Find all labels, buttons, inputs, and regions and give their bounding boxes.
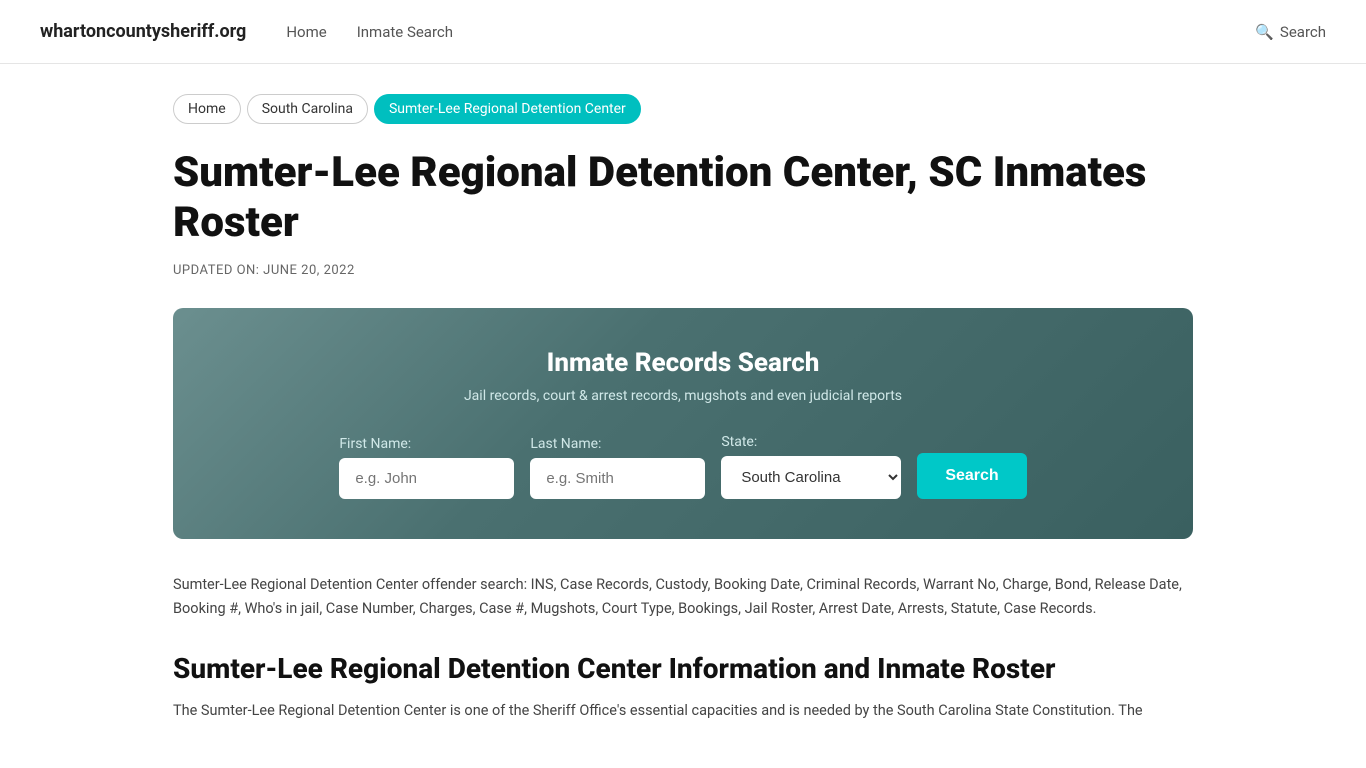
info-section-heading: Sumter-Lee Regional Detention Center Inf…: [173, 652, 1193, 685]
site-brand[interactable]: whartoncountysheriff.org: [40, 21, 246, 42]
description-text: Sumter-Lee Regional Detention Center off…: [173, 573, 1193, 622]
first-name-label: First Name:: [339, 436, 411, 452]
search-section-subtitle: Jail records, court & arrest records, mu…: [203, 388, 1163, 404]
first-name-input[interactable]: [339, 458, 514, 499]
first-name-group: First Name:: [339, 436, 514, 499]
info-section-body: The Sumter-Lee Regional Detention Center…: [173, 699, 1193, 724]
breadcrumb-home[interactable]: Home: [173, 94, 241, 124]
breadcrumb-south-carolina[interactable]: South Carolina: [247, 94, 368, 124]
nav-home[interactable]: Home: [286, 23, 326, 41]
state-select[interactable]: AlabamaAlaskaArizonaArkansasCaliforniaCo…: [721, 456, 901, 499]
search-icon: 🔍: [1255, 23, 1274, 41]
page-title: Sumter-Lee Regional Detention Center, SC…: [173, 148, 1193, 249]
state-label: State:: [721, 434, 757, 450]
nav-inmate-search[interactable]: Inmate Search: [357, 23, 453, 41]
search-section-title: Inmate Records Search: [203, 348, 1163, 378]
nav-search-label: Search: [1280, 23, 1326, 41]
last-name-label: Last Name:: [530, 436, 601, 452]
nav-search-button[interactable]: 🔍 Search: [1255, 23, 1326, 41]
last-name-input[interactable]: [530, 458, 705, 499]
breadcrumb-detention-center[interactable]: Sumter-Lee Regional Detention Center: [374, 94, 641, 124]
navbar: whartoncountysheriff.org Home Inmate Sea…: [0, 0, 1366, 64]
search-form: First Name: Last Name: State: AlabamaAla…: [203, 434, 1163, 499]
breadcrumb: Home South Carolina Sumter-Lee Regional …: [173, 94, 1193, 124]
state-group: State: AlabamaAlaskaArizonaArkansasCalif…: [721, 434, 901, 499]
main-content: Home South Carolina Sumter-Lee Regional …: [133, 64, 1233, 754]
nav-links: Home Inmate Search: [286, 23, 1255, 41]
search-button[interactable]: Search: [917, 453, 1026, 499]
updated-on: UPDATED ON: JUNE 20, 2022: [173, 263, 1193, 278]
search-section: Inmate Records Search Jail records, cour…: [173, 308, 1193, 539]
last-name-group: Last Name:: [530, 436, 705, 499]
